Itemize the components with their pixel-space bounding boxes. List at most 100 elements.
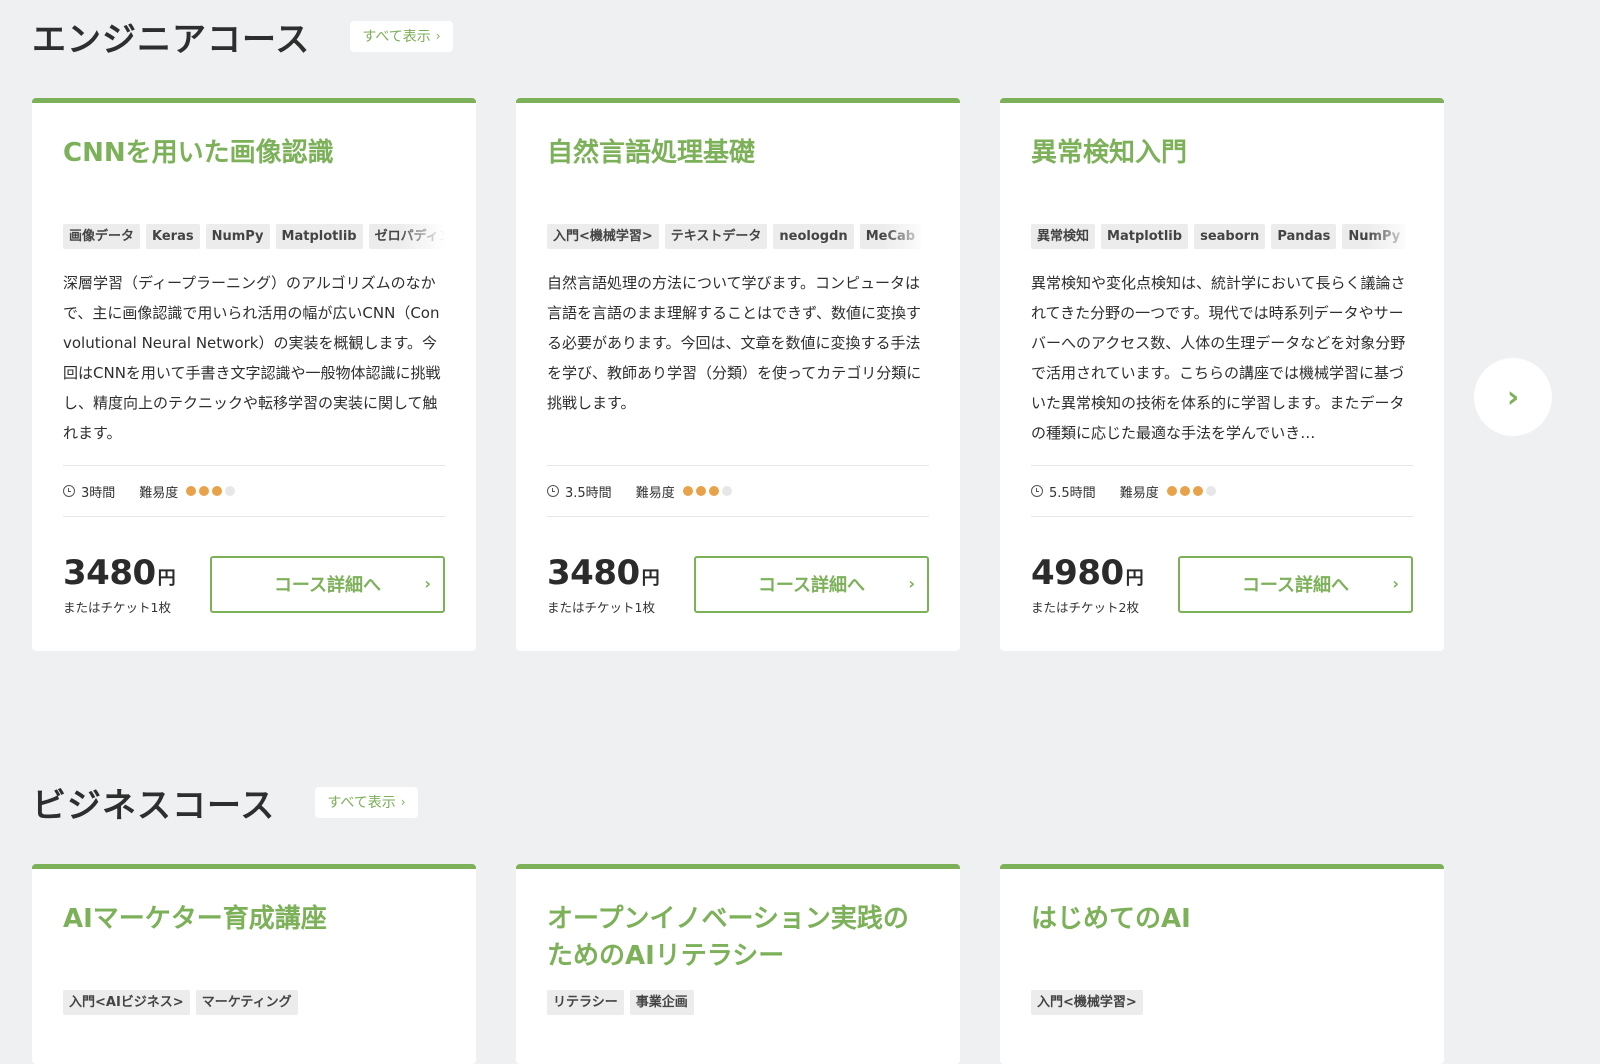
business-section: ビジネスコース すべて表示 › AIマーケター育成講座入門<AIビジネス> マーケ… xyxy=(32,780,1600,1064)
price-block: 3480 円またはチケット1枚 xyxy=(63,553,176,616)
course-title[interactable]: オープンイノベーション実践のためのAIリテラシー xyxy=(547,901,929,975)
course-detail-label: コース詳細へ xyxy=(273,575,382,596)
section-header: ビジネスコース すべて表示 › xyxy=(32,780,1600,826)
tag: Matplotlib xyxy=(1101,224,1189,249)
price: 3480 円 xyxy=(547,553,660,593)
difficulty-dot xyxy=(708,486,719,496)
course-title[interactable]: AIマーケター育成講座 xyxy=(63,901,445,975)
section-title: ビジネスコース xyxy=(32,785,276,826)
show-all-label: すべて表示 xyxy=(327,795,396,811)
tag-list: 異常検知MatplotlibseabornPandasNumPy SciPy xyxy=(1031,224,1413,249)
tag: SciPy xyxy=(1412,224,1413,249)
price-block: 4980 円またはチケット2枚 xyxy=(1031,553,1144,616)
tag-list: 入門<AIビジネス> マーケティング xyxy=(63,990,445,1015)
duration: 5.5時間 xyxy=(1049,485,1096,501)
tag: 画像データ xyxy=(63,224,141,249)
tag: ゼロパディング xyxy=(368,224,445,249)
difficulty-label: 難易度 xyxy=(635,485,675,501)
carousel-next-button[interactable]: › xyxy=(1474,358,1552,436)
show-all-button[interactable]: すべて表示 › xyxy=(350,20,453,52)
difficulty-dot xyxy=(721,486,732,496)
chevron-right-icon: › xyxy=(400,795,406,809)
tag: seaborn xyxy=(1194,224,1266,249)
tag: 事業企画 xyxy=(629,990,694,1015)
difficulty-rating xyxy=(682,486,732,496)
tag: テキストデータ xyxy=(664,224,768,249)
course-card[interactable]: オープンイノベーション実践のためのAIリテラシーリテラシー 事業企画 xyxy=(516,864,960,1064)
section-title: エンジニアコース xyxy=(32,19,311,60)
tag: 入門<機械学習> xyxy=(1031,990,1143,1015)
ticket-price: またはチケット1枚 xyxy=(63,599,171,615)
course-card[interactable]: 自然言語処理基礎入門<機械学習>テキストデータneologdnMeCabN自然言… xyxy=(516,98,960,651)
course-meta: 3時間 難易度 xyxy=(63,465,445,517)
difficulty-dot xyxy=(1205,486,1216,496)
chevron-right-icon: › xyxy=(908,573,915,593)
course-card[interactable]: 異常検知入門異常検知MatplotlibseabornPandasNumPySc… xyxy=(1000,98,1444,651)
difficulty-label: 難易度 xyxy=(139,485,179,501)
course-detail-label: コース詳細へ xyxy=(1241,575,1350,596)
chevron-right-icon: › xyxy=(1392,573,1399,593)
course-detail-button[interactable]: コース詳細へ › xyxy=(1178,555,1413,613)
price-value: 3480 xyxy=(547,552,640,593)
difficulty-dot xyxy=(186,486,197,496)
course-card-list: AIマーケター育成講座 入門<AIビジネス> マーケティング オープンイノベーション実… xyxy=(32,864,1444,1064)
card-footer: 3480 円またはチケット1枚 コース詳細へ › xyxy=(547,517,929,651)
ticket-price: またはチケット2枚 xyxy=(1031,599,1139,615)
price: 4980 円 xyxy=(1031,553,1144,593)
course-card[interactable]: CNNを用いた画像認識画像データ Keras NumPy Matplotlib ゼロパデ… xyxy=(32,98,476,651)
course-title[interactable]: CNNを用いた画像認識 xyxy=(63,135,445,209)
difficulty-rating xyxy=(1166,486,1216,496)
course-title[interactable]: はじめてのAI xyxy=(1031,901,1413,975)
tag: 入門<AIビジネス> xyxy=(63,990,190,1015)
chevron-right-icon: › xyxy=(424,573,431,593)
course-card-list: CNNを用いた画像認識 画像データ Keras NumPy Matplotlib ゼロパデ… xyxy=(32,98,1444,651)
clock-icon xyxy=(63,485,75,497)
price-value: 4980 xyxy=(1031,552,1124,593)
card-footer: 3480 円またはチケット1枚 コース詳細へ › xyxy=(63,517,445,651)
tag: Matplotlib xyxy=(275,224,363,249)
chevron-right-icon: › xyxy=(435,29,441,43)
course-card[interactable]: AIマーケター育成講座入門<AIビジネス> マーケティング xyxy=(32,864,476,1064)
course-detail-label: コース詳細へ xyxy=(757,575,866,596)
course-description: 深層学習（ディープラーニング）のアルゴリズムのなかで、主に画像認識で用いられ活用… xyxy=(63,274,441,442)
price-unit: 円 xyxy=(641,567,660,589)
tag: neologdn xyxy=(773,224,854,249)
tag: Keras xyxy=(146,224,200,249)
engineer-section: エンジニアコース すべて表示 › CNNを用いた画像認識 画像データ Keras Nu… xyxy=(32,14,1600,651)
course-title[interactable]: 自然言語処理基礎 xyxy=(547,135,929,209)
tag: 異常検知 xyxy=(1031,224,1096,249)
tag: NumPy xyxy=(205,224,270,249)
tag-list: 入門<機械学習>テキストデータneologdnMeCabN xyxy=(547,224,929,249)
difficulty-dot xyxy=(682,486,693,496)
tag: N xyxy=(927,224,929,249)
course-card[interactable]: はじめてのAI 入門<機械学習> xyxy=(1000,864,1444,1064)
difficulty-dot xyxy=(1192,486,1203,496)
difficulty-dot xyxy=(225,486,236,496)
section-header: エンジニアコース すべて表示 › xyxy=(32,14,1600,60)
clock-icon xyxy=(547,485,559,497)
price-value: 3480 xyxy=(63,552,156,593)
price: 3480 円 xyxy=(63,553,176,593)
difficulty-dot xyxy=(1179,486,1190,496)
price-block: 3480 円またはチケット1枚 xyxy=(547,553,660,616)
duration: 3時間 xyxy=(81,485,116,501)
difficulty-label: 難易度 xyxy=(1119,485,1159,501)
price-unit: 円 xyxy=(1125,567,1144,589)
ticket-price: またはチケット1枚 xyxy=(547,599,655,615)
tag: リテラシー xyxy=(547,990,624,1015)
tag-list: 画像データKerasNumPyMatplotlibゼロパディング xyxy=(63,224,445,249)
tag: NumPy xyxy=(1342,224,1407,249)
clock-icon xyxy=(1031,485,1043,497)
show-all-button[interactable]: すべて表示 › xyxy=(315,786,418,818)
difficulty-dot xyxy=(1166,486,1177,496)
difficulty-dot xyxy=(199,486,210,496)
course-title[interactable]: 異常検知入門 xyxy=(1031,135,1413,209)
tag-list: リテラシー 事業企画 xyxy=(547,990,929,1015)
course-detail-button[interactable]: コース詳細へ › xyxy=(694,555,929,613)
course-meta: 5.5時間 難易度 xyxy=(1031,465,1413,517)
course-meta: 3.5時間 難易度 xyxy=(547,465,929,517)
tag: 入門<機械学習> xyxy=(547,224,659,249)
tag: マーケティング xyxy=(195,990,298,1015)
course-detail-button[interactable]: コース詳細へ › xyxy=(210,555,445,613)
course-description: 異常検知や変化点検知は、統計学において長らく議論されてきた分野の一つです。現代で… xyxy=(1031,274,1406,442)
